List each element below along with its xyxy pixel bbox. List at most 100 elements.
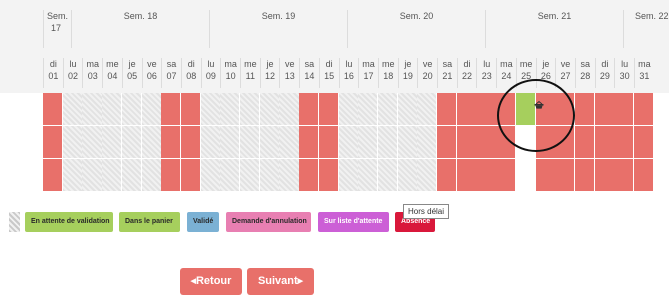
calendar-cell[interactable] <box>102 93 123 126</box>
day-date: 18 <box>383 71 394 81</box>
calendar-cell[interactable] <box>417 93 438 126</box>
calendar-cell[interactable] <box>377 159 399 192</box>
calendar-cell[interactable] <box>121 93 142 126</box>
calendar-cell[interactable] <box>338 159 359 192</box>
calendar-cell[interactable] <box>259 159 280 192</box>
calendar-cell[interactable] <box>62 126 83 159</box>
day-name: je <box>128 59 136 69</box>
calendar-cell[interactable] <box>220 93 241 126</box>
calendar-cell[interactable] <box>220 126 241 159</box>
calendar-cell[interactable] <box>476 159 497 192</box>
calendar-cell[interactable] <box>82 159 103 192</box>
calendar-cell[interactable] <box>259 93 280 126</box>
calendar-cell[interactable] <box>102 126 123 159</box>
calendar-cell[interactable] <box>594 126 615 159</box>
calendar-cell[interactable] <box>634 126 655 159</box>
calendar-cell[interactable] <box>220 159 241 192</box>
calendar-cell[interactable] <box>358 126 379 159</box>
calendar-cell[interactable] <box>377 126 399 159</box>
calendar-cell[interactable] <box>299 93 320 126</box>
calendar-cell[interactable] <box>594 159 615 192</box>
calendar-cell[interactable] <box>437 126 458 159</box>
calendar-cell[interactable] <box>240 93 261 126</box>
calendar-cell[interactable] <box>437 159 458 192</box>
day-date: 17 <box>363 71 374 81</box>
calendar-cell[interactable] <box>279 159 300 192</box>
calendar-cell[interactable] <box>200 93 221 126</box>
calendar-cell[interactable] <box>456 126 477 159</box>
calendar-cell[interactable] <box>102 159 123 192</box>
calendar-cell[interactable] <box>259 126 280 159</box>
calendar-cell[interactable] <box>200 159 221 192</box>
calendar-cell[interactable] <box>574 159 596 192</box>
calendar-cell[interactable] <box>141 93 162 126</box>
calendar-cell[interactable] <box>456 159 477 192</box>
day-name: di <box>325 59 333 69</box>
calendar-cell[interactable] <box>279 126 300 159</box>
calendar-cell[interactable] <box>555 159 576 192</box>
legend-dans-le-panier: Dans le panier <box>119 212 180 232</box>
week-label: Sem. 18 <box>123 11 158 21</box>
calendar-cell[interactable] <box>121 126 142 159</box>
calendar-cell[interactable] <box>141 126 162 159</box>
calendar-cell[interactable] <box>161 126 182 159</box>
calendar-cell[interactable] <box>358 159 379 192</box>
calendar-cell[interactable] <box>338 93 359 126</box>
calendar-cell[interactable] <box>515 159 536 192</box>
calendar-cell[interactable] <box>318 93 339 126</box>
calendar-cell[interactable] <box>318 159 339 192</box>
calendar-cell[interactable] <box>141 159 162 192</box>
calendar-cell[interactable] <box>279 93 300 126</box>
back-button[interactable]: ◀Retour <box>180 268 242 295</box>
calendar-cell[interactable] <box>437 93 458 126</box>
calendar-cell[interactable] <box>456 93 477 126</box>
calendar-cell[interactable] <box>574 93 596 126</box>
day-date: 16 <box>343 71 354 81</box>
calendar-cell[interactable] <box>417 126 438 159</box>
calendar-cell[interactable] <box>614 93 635 126</box>
calendar-cell[interactable] <box>634 93 655 126</box>
calendar-cell[interactable] <box>397 159 418 192</box>
calendar-cell[interactable] <box>180 93 202 126</box>
calendar-cell[interactable] <box>62 159 83 192</box>
calendar-cell[interactable] <box>594 93 615 126</box>
calendar-cell[interactable] <box>161 93 182 126</box>
calendar-cell[interactable] <box>614 159 635 192</box>
day-name: lu <box>345 59 353 69</box>
calendar-cell[interactable] <box>417 159 438 192</box>
calendar-cell[interactable] <box>397 126 418 159</box>
calendar-cell[interactable] <box>614 126 635 159</box>
calendar-cell[interactable] <box>161 159 182 192</box>
calendar-cell[interactable] <box>200 126 221 159</box>
day-header: di 29 <box>594 58 615 88</box>
calendar-cell[interactable] <box>82 126 103 159</box>
calendar-cell[interactable] <box>358 93 379 126</box>
calendar-cell[interactable] <box>180 126 202 159</box>
calendar-cell[interactable] <box>43 93 64 126</box>
calendar-cell[interactable] <box>62 93 83 126</box>
day-date: 09 <box>205 71 216 81</box>
calendar-cell[interactable] <box>82 93 103 126</box>
calendar-cell[interactable] <box>121 159 142 192</box>
week-label: Sem. <box>47 11 69 21</box>
calendar-cell[interactable] <box>299 126 320 159</box>
calendar-cell[interactable] <box>240 126 261 159</box>
calendar-cell[interactable] <box>574 126 596 159</box>
calendar-cell[interactable] <box>299 159 320 192</box>
calendar-cell[interactable] <box>476 126 497 159</box>
calendar-cell[interactable] <box>535 159 556 192</box>
calendar-cell[interactable] <box>496 159 517 192</box>
calendar-cell[interactable] <box>43 126 64 159</box>
calendar-cell[interactable] <box>318 126 339 159</box>
calendar-cell[interactable] <box>180 159 202 192</box>
calendar-cell[interactable] <box>634 159 655 192</box>
day-header: je 05 <box>121 58 142 88</box>
calendar-cell[interactable] <box>240 159 261 192</box>
calendar-cell[interactable] <box>476 93 497 126</box>
next-button[interactable]: Suivant▶ <box>247 268 314 295</box>
calendar-cell[interactable] <box>397 93 418 126</box>
calendar-cell[interactable] <box>43 159 64 192</box>
day-header: di 01 <box>43 58 63 88</box>
calendar-cell[interactable] <box>338 126 359 159</box>
calendar-cell[interactable] <box>377 93 399 126</box>
